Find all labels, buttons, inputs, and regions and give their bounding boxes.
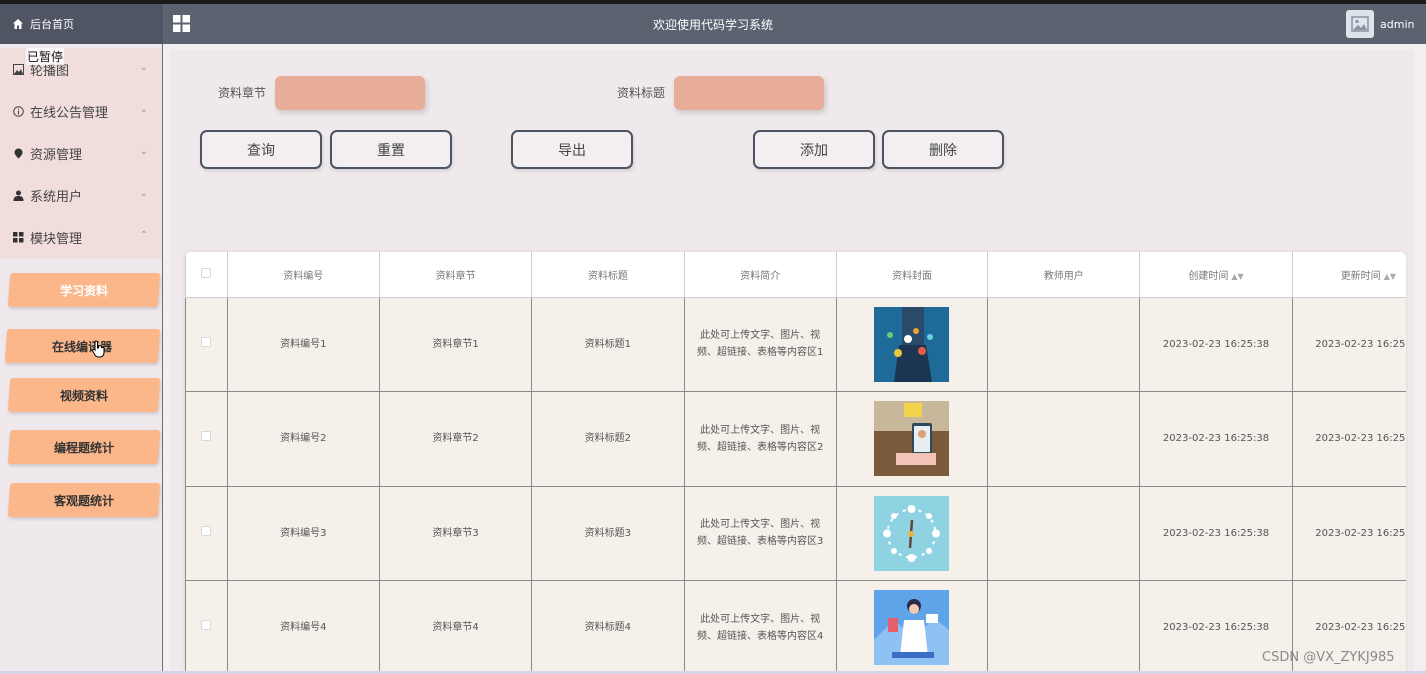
table-row: 资料编号2 资料章节2 资料标题2 此处可上传文字、图片、视频、超链接、表格等内… xyxy=(185,391,1406,487)
cell-title: 资料标题4 xyxy=(531,580,685,674)
cell-title: 资料标题1 xyxy=(531,296,685,392)
cell-teacher xyxy=(987,391,1141,487)
title-input[interactable] xyxy=(674,76,824,110)
top-header: 后台首页 欢迎使用代码学习系统 admin xyxy=(0,4,1426,44)
sidebar-item-users[interactable]: 系统用户 ⌄ xyxy=(0,174,162,216)
cell-teacher xyxy=(987,296,1141,392)
column-header: 教师用户 xyxy=(987,252,1141,298)
sidebar-item-carousel[interactable]: 轮播图 ⌄ xyxy=(0,48,162,90)
cell-desc: 此处可上传文字、图片、视频、超链接、表格等内容区2 xyxy=(696,424,824,453)
column-header-sortable[interactable]: 更新时间 ▲▼ xyxy=(1291,252,1406,298)
cell-created: 2023-02-23 16:25:38 xyxy=(1139,391,1293,487)
cell-teacher xyxy=(987,580,1141,674)
sidebar-item-modules[interactable]: 模块管理 ⌃ xyxy=(0,216,162,258)
header-select-cell xyxy=(185,252,228,298)
table-row: 资料编号4 资料章节4 资料标题4 此处可上传文字、图片、视频、超链接、表格等内… xyxy=(185,580,1406,674)
cover-tech-icon[interactable] xyxy=(874,306,950,382)
submenu-study-materials[interactable]: 学习资料 xyxy=(7,273,161,307)
submenu-objective-stats[interactable]: 客观题统计 xyxy=(7,483,161,517)
sidebar-item-resources[interactable]: 资源管理 ⌄ xyxy=(0,132,162,174)
sidebar-item-announcements[interactable]: 在线公告管理 ⌄ xyxy=(0,90,162,132)
table-row: 资料编号3 资料章节3 资料标题3 此处可上传文字、图片、视频、超链接、表格等内… xyxy=(185,485,1406,581)
avatar[interactable] xyxy=(1346,10,1374,38)
cover-clock-icon[interactable] xyxy=(874,495,950,571)
cell-title: 资料标题2 xyxy=(531,391,685,487)
cell-chapter: 资料章节3 xyxy=(378,485,533,581)
sidebar: 已暂停 轮播图 ⌄ 在线公告管理 ⌄ 资源管理 ⌄ 系统用户 ⌄ 模块管理 ⌃ … xyxy=(0,44,163,674)
grid-icon xyxy=(12,231,24,243)
title-label: 资料标题 xyxy=(617,86,666,100)
data-table: 资料编号 资料章节 资料标题 资料简介 资料封面 教师用户 创建时间 ▲▼ 更新时… xyxy=(185,252,1406,674)
column-header: 资料标题 xyxy=(531,252,685,298)
column-header: 资料章节 xyxy=(378,252,533,298)
column-header: 资料简介 xyxy=(683,252,837,298)
cell-code: 资料编号3 xyxy=(226,485,380,581)
cell-chapter: 资料章节4 xyxy=(378,580,533,674)
sidebar-item-label: 资源管理 xyxy=(30,147,83,163)
row-checkbox[interactable] xyxy=(201,525,212,536)
sidebar-item-label: 系统用户 xyxy=(30,189,83,205)
column-header: 资料编号 xyxy=(226,252,380,298)
chevron-down-icon: ⌄ xyxy=(139,146,148,157)
cell-chapter: 资料章节2 xyxy=(378,391,533,487)
cell-code: 资料编号4 xyxy=(226,580,380,674)
cover-doctor-icon[interactable] xyxy=(874,590,950,666)
username[interactable]: admin xyxy=(1380,18,1414,31)
submenu-video-materials[interactable]: 视频资料 xyxy=(7,378,161,412)
cell-updated: 2023-02-23 16:25:38 xyxy=(1291,296,1406,392)
map-pin-icon xyxy=(12,147,24,159)
delete-button[interactable]: 删除 xyxy=(882,130,1004,169)
cell-title: 资料标题3 xyxy=(531,485,685,581)
sidebar-item-label: 模块管理 xyxy=(30,231,83,247)
submenu-programming-stats[interactable]: 编程题统计 xyxy=(7,430,161,464)
cell-updated: 2023-02-23 16:25:38 xyxy=(1291,485,1406,581)
chevron-up-icon: ⌃ xyxy=(139,230,148,241)
row-checkbox[interactable] xyxy=(201,431,212,442)
cell-created: 2023-02-23 16:25:38 xyxy=(1139,485,1293,581)
chapter-label: 资料章节 xyxy=(218,86,267,100)
cell-desc: 此处可上传文字、图片、视频、超链接、表格等内容区4 xyxy=(696,613,824,642)
sort-icon[interactable]: ▲▼ xyxy=(1384,272,1396,281)
cell-code: 资料编号1 xyxy=(226,296,380,392)
row-checkbox[interactable] xyxy=(201,336,212,347)
select-all-checkbox[interactable] xyxy=(201,267,212,278)
submenu-online-compiler[interactable]: 在线编译器 xyxy=(4,329,161,363)
user-icon xyxy=(12,189,24,201)
cell-updated: 2023-02-23 16:25:38 xyxy=(1291,391,1406,487)
table-row: 资料编号1 资料章节1 资料标题1 此处可上传文字、图片、视频、超链接、表格等内… xyxy=(185,296,1406,392)
sidebar-item-label: 在线公告管理 xyxy=(30,105,109,121)
info-circle-icon xyxy=(12,105,24,117)
cell-chapter: 资料章节1 xyxy=(378,296,533,392)
cell-desc: 此处可上传文字、图片、视频、超链接、表格等内容区3 xyxy=(696,519,824,548)
cell-desc: 此处可上传文字、图片、视频、超链接、表格等内容区1 xyxy=(696,330,824,359)
image-placeholder-icon xyxy=(1351,16,1369,32)
hand-cursor-icon xyxy=(92,340,105,358)
cover-online-class-icon[interactable] xyxy=(874,401,950,477)
cell-code: 资料编号2 xyxy=(226,391,380,487)
column-header-sortable[interactable]: 创建时间 ▲▼ xyxy=(1139,252,1293,298)
watermark: CSDN @VX_ZYKJ985 xyxy=(1262,650,1395,665)
paused-tooltip: 已暂停 xyxy=(26,48,65,65)
page-title: 欢迎使用代码学习系统 xyxy=(652,18,773,32)
table-header-row: 资料编号 资料章节 资料标题 资料简介 资料封面 教师用户 创建时间 ▲▼ 更新时… xyxy=(185,252,1406,298)
chapter-input[interactable] xyxy=(275,76,425,110)
chevron-down-icon: ⌄ xyxy=(139,62,148,73)
cell-teacher xyxy=(987,485,1141,581)
image-icon xyxy=(12,63,24,75)
row-checkbox[interactable] xyxy=(201,620,212,631)
chevron-down-icon: ⌄ xyxy=(139,104,148,115)
add-button[interactable]: 添加 xyxy=(753,130,875,169)
export-button[interactable]: 导出 xyxy=(511,130,633,169)
query-button[interactable]: 查询 xyxy=(200,130,322,169)
cell-created: 2023-02-23 16:25:38 xyxy=(1139,296,1293,392)
sort-icon[interactable]: ▲▼ xyxy=(1231,272,1243,281)
reset-button[interactable]: 重置 xyxy=(330,130,452,169)
chevron-down-icon: ⌄ xyxy=(139,188,148,199)
column-header: 资料封面 xyxy=(835,252,989,298)
